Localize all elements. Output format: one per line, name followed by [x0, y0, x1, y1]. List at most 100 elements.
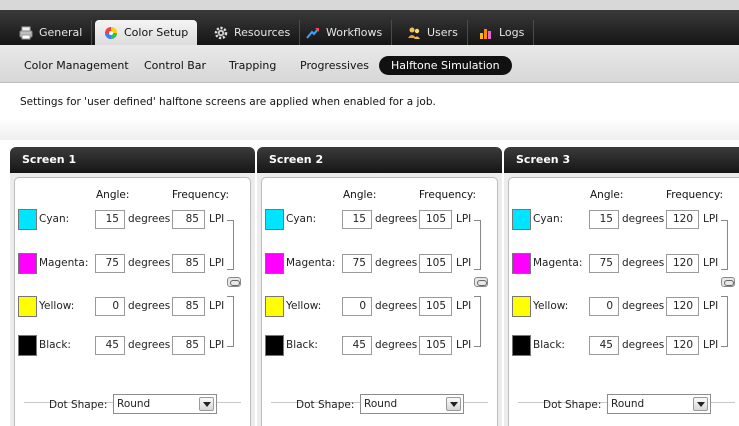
- subtab-color-management[interactable]: Color Management: [14, 56, 139, 75]
- lpi-unit: LPI: [456, 300, 472, 312]
- black-angle-input[interactable]: 45: [342, 336, 372, 355]
- black-swatch: [18, 335, 37, 356]
- black-angle-input[interactable]: 45: [589, 336, 619, 355]
- main-tab-bar: General Color Setup Resources Workflows …: [0, 0, 739, 45]
- cyan-frequency-input[interactable]: 105: [419, 210, 452, 229]
- cyan-frequency-input[interactable]: 120: [666, 210, 699, 229]
- subtab-trapping[interactable]: Trapping: [219, 56, 286, 75]
- ink-row-magenta: Magenta: 75 degrees 105 LPI: [262, 253, 497, 275]
- tab-workflows[interactable]: Workflows: [297, 20, 393, 45]
- users-icon: [407, 26, 421, 40]
- magenta-frequency-input[interactable]: 120: [666, 254, 699, 273]
- chevron-down-icon[interactable]: [446, 397, 461, 411]
- screen-title: Screen 1: [10, 147, 255, 173]
- screen-panel-1: Screen 1 Angle: Frequency: Cyan: 15 degrees 85…: [10, 147, 255, 426]
- lpi-unit: LPI: [703, 257, 719, 269]
- screen-body: Angle: Frequency: Cyan: 15 degrees 105 LPI Mage…: [257, 173, 502, 426]
- page-description: Settings for 'user defined' halftone scr…: [20, 96, 436, 108]
- angle-header: Angle:: [590, 189, 624, 201]
- dot-shape-value: Round: [117, 398, 151, 410]
- magenta-swatch: [18, 253, 37, 274]
- tab-general[interactable]: General: [10, 20, 93, 45]
- dot-shape-value: Round: [611, 398, 645, 410]
- yellow-angle-input[interactable]: 0: [342, 297, 372, 316]
- yellow-angle-input[interactable]: 0: [95, 297, 125, 316]
- degrees-unit: degrees: [622, 300, 665, 312]
- bar-chart-icon: [479, 26, 493, 40]
- degrees-unit: degrees: [622, 339, 665, 351]
- yellow-frequency-input[interactable]: 120: [666, 297, 699, 316]
- link-icon[interactable]: [721, 277, 735, 287]
- tab-logs[interactable]: Logs: [470, 20, 534, 45]
- lpi-unit: LPI: [703, 339, 719, 351]
- ink-row-yellow: Yellow: 0 degrees 85 LPI: [15, 296, 250, 318]
- dot-shape-label: Dot Shape:: [543, 399, 602, 411]
- subtab-control-bar[interactable]: Control Bar: [134, 56, 216, 75]
- yellow-swatch: [512, 296, 531, 317]
- ink-label: Yellow:: [533, 300, 569, 312]
- cyan-angle-input[interactable]: 15: [95, 210, 125, 229]
- yellow-angle-input[interactable]: 0: [589, 297, 619, 316]
- black-angle-input[interactable]: 45: [95, 336, 125, 355]
- magenta-angle-input[interactable]: 75: [589, 254, 619, 273]
- magenta-angle-input[interactable]: 75: [342, 254, 372, 273]
- tab-color-setup[interactable]: Color Setup: [95, 20, 198, 45]
- chevron-down-icon[interactable]: [693, 397, 708, 411]
- ink-label: Yellow:: [39, 300, 75, 312]
- link-icon[interactable]: [474, 277, 488, 287]
- cyan-frequency-input[interactable]: 85: [172, 210, 205, 229]
- black-frequency-input[interactable]: 85: [172, 336, 205, 355]
- subtab-progressives[interactable]: Progressives: [290, 56, 379, 75]
- screen-title: Screen 2: [257, 147, 502, 173]
- ink-row-cyan: Cyan: 15 degrees 120 LPI: [509, 209, 739, 231]
- ink-row-cyan: Cyan: 15 degrees 105 LPI: [262, 209, 497, 231]
- ink-label: Cyan:: [533, 213, 564, 225]
- dot-shape-select[interactable]: Round: [607, 394, 711, 414]
- link-bracket-top: [721, 220, 728, 270]
- degrees-unit: degrees: [375, 213, 418, 225]
- lpi-unit: LPI: [209, 339, 225, 351]
- black-swatch: [265, 335, 284, 356]
- cyan-angle-input[interactable]: 15: [589, 210, 619, 229]
- ink-label: Magenta:: [39, 257, 89, 269]
- ink-row-black: Black: 45 degrees 105 LPI: [262, 335, 497, 357]
- magenta-angle-input[interactable]: 75: [95, 254, 125, 273]
- yellow-frequency-input[interactable]: 105: [419, 297, 452, 316]
- dot-shape-select[interactable]: Round: [360, 394, 464, 414]
- gear-icon: [214, 26, 228, 40]
- yellow-swatch: [18, 296, 37, 317]
- lpi-unit: LPI: [703, 213, 719, 225]
- cyan-swatch: [265, 209, 284, 230]
- ink-label: Black:: [286, 339, 318, 351]
- link-icon[interactable]: [227, 277, 241, 287]
- lpi-unit: LPI: [703, 300, 719, 312]
- frequency-header: Frequency:: [419, 189, 477, 201]
- yellow-frequency-input[interactable]: 85: [172, 297, 205, 316]
- color-wheel-icon: [104, 26, 118, 40]
- ink-label: Black:: [533, 339, 565, 351]
- degrees-unit: degrees: [128, 257, 171, 269]
- cyan-angle-input[interactable]: 15: [342, 210, 372, 229]
- printer-icon: [19, 26, 33, 40]
- dot-shape-select[interactable]: Round: [113, 394, 217, 414]
- magenta-frequency-input[interactable]: 85: [172, 254, 205, 273]
- magenta-frequency-input[interactable]: 105: [419, 254, 452, 273]
- angle-header: Angle:: [96, 189, 130, 201]
- tab-users[interactable]: Users: [398, 20, 468, 45]
- frequency-header: Frequency:: [666, 189, 724, 201]
- ink-row-magenta: Magenta: 75 degrees 120 LPI: [509, 253, 739, 275]
- chevron-down-icon[interactable]: [199, 397, 214, 411]
- ink-label: Magenta:: [533, 257, 583, 269]
- dot-shape-label: Dot Shape:: [296, 399, 355, 411]
- screen-body: Angle: Frequency: Cyan: 15 degrees 120 LPI Mage…: [504, 173, 739, 426]
- sub-tab-bar: Color Management Control Bar Trapping Pr…: [0, 45, 739, 83]
- angle-header: Angle:: [343, 189, 377, 201]
- magenta-swatch: [265, 253, 284, 274]
- divider-band: [0, 118, 739, 140]
- subtab-halftone-simulation[interactable]: Halftone Simulation: [379, 56, 512, 75]
- black-frequency-input[interactable]: 105: [419, 336, 452, 355]
- tab-resources[interactable]: Resources: [205, 20, 301, 45]
- black-frequency-input[interactable]: 120: [666, 336, 699, 355]
- tab-label: Workflows: [326, 26, 383, 39]
- link-bracket-bottom: [227, 296, 234, 347]
